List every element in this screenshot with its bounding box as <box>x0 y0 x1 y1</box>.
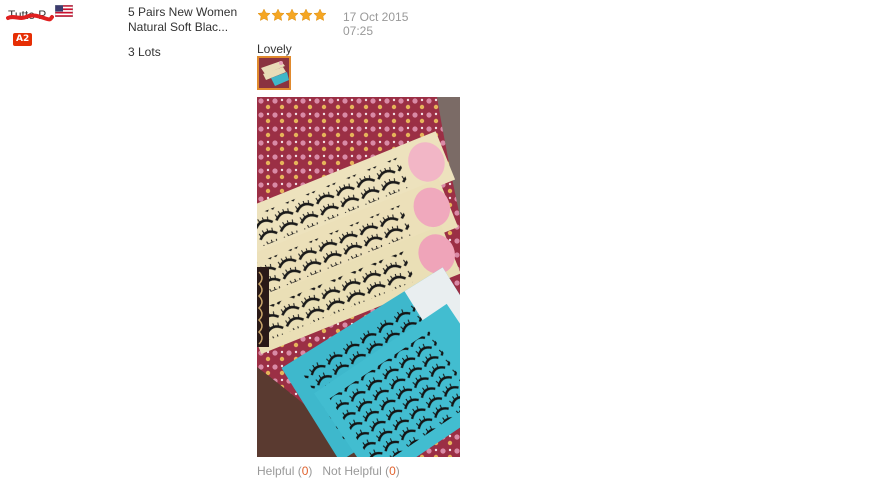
review-text: Lovely <box>257 42 292 56</box>
helpful-link[interactable]: Helpful (0) <box>257 464 312 478</box>
star-icon <box>299 8 313 21</box>
not-helpful-label: Not Helpful ( <box>322 464 390 478</box>
star-icon <box>271 8 285 21</box>
not-helpful-count: 0 <box>389 464 396 478</box>
review-row: Tutte P. A2 5 Pairs New Women Natural So… <box>0 0 871 480</box>
product-title-link[interactable]: 5 Pairs New Women Natural Soft Blac... <box>128 5 248 35</box>
not-helpful-link[interactable]: Not Helpful (0) <box>322 464 399 478</box>
helpful-close: ) <box>308 464 313 478</box>
buyer-level-badge: A2 <box>13 33 33 46</box>
star-icon <box>285 8 299 21</box>
star-rating <box>257 7 327 25</box>
buyer-info: Tutte P. <box>6 8 54 22</box>
not-helpful-close: ) <box>395 464 400 478</box>
product-title-line1: 5 Pairs New Women <box>128 5 238 19</box>
helpful-label: Helpful ( <box>257 464 302 478</box>
review-date-time: 07:25 <box>343 24 374 38</box>
product-title-line2: Natural Soft Blac... <box>128 20 229 34</box>
order-quantity: 3 Lots <box>128 45 161 59</box>
review-photo[interactable] <box>257 97 460 457</box>
review-photo-image <box>257 97 460 457</box>
star-icon <box>257 8 271 21</box>
thumbnail-image <box>259 58 289 88</box>
review-date: 17 Oct 2015 07:25 <box>343 10 433 38</box>
review-date-day: 17 Oct 2015 <box>343 10 409 24</box>
redaction-scribble <box>6 13 54 22</box>
star-icon <box>313 8 327 21</box>
helpful-votes: Helpful (0) Not Helpful (0) <box>257 464 400 478</box>
us-flag-icon <box>55 5 73 17</box>
review-photo-thumbnail[interactable] <box>257 56 291 90</box>
